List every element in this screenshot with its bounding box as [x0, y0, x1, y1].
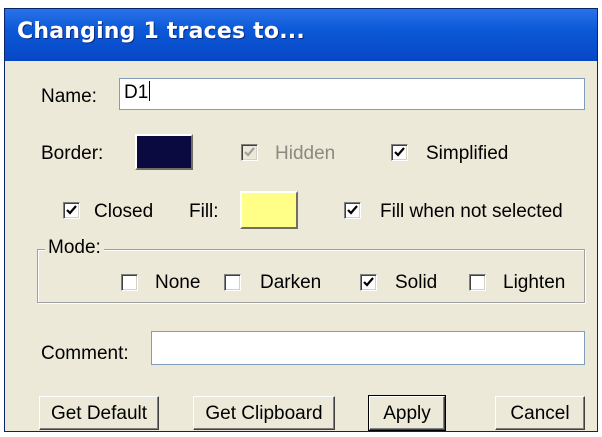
- name-label: Name:: [41, 86, 97, 107]
- mode-group-label: Mode:: [45, 237, 104, 259]
- get-default-button[interactable]: Get Default: [39, 396, 159, 430]
- comment-input[interactable]: [151, 331, 585, 365]
- closed-label: Closed: [94, 201, 154, 222]
- fill-when-not-selected-checkbox[interactable]: [344, 202, 361, 219]
- hidden-checkbox[interactable]: [241, 144, 258, 161]
- trace-properties-dialog: Changing 1 traces to... Name: D1 Border:…: [4, 8, 598, 432]
- border-color-swatch[interactable]: [135, 134, 193, 170]
- apply-button[interactable]: Apply: [368, 395, 446, 431]
- get-clipboard-button[interactable]: Get Clipboard: [193, 396, 335, 430]
- hidden-label: Hidden: [275, 143, 336, 164]
- border-label: Border:: [41, 143, 104, 164]
- simplified-checkbox[interactable]: [391, 144, 408, 161]
- closed-checkbox[interactable]: [63, 202, 80, 219]
- simplified-label: Simplified: [426, 143, 509, 164]
- mode-darken-label: Darken: [260, 272, 322, 293]
- mode-darken-checkbox[interactable]: [224, 274, 241, 291]
- name-input-value: D1: [124, 82, 149, 103]
- fill-color-swatch[interactable]: [240, 191, 298, 229]
- mode-none-checkbox[interactable]: [121, 274, 138, 291]
- fill-color-fill: [242, 193, 296, 227]
- checkmark-icon: [363, 277, 374, 287]
- checkmark-icon: [244, 147, 255, 157]
- mode-solid-label: Solid: [395, 272, 438, 293]
- checkmark-icon: [394, 147, 405, 157]
- checkmark-icon: [66, 205, 77, 215]
- name-input[interactable]: D1: [119, 78, 585, 110]
- fill-label: Fill:: [189, 201, 219, 222]
- dialog-title: Changing 1 traces to...: [17, 19, 305, 44]
- mode-lighten-checkbox[interactable]: [469, 274, 486, 291]
- text-caret: [149, 81, 151, 101]
- border-color-fill: [137, 136, 191, 168]
- comment-label: Comment:: [41, 343, 129, 364]
- mode-solid-checkbox[interactable]: [360, 274, 377, 291]
- fill-when-not-selected-label: Fill when not selected: [380, 201, 563, 222]
- title-bar[interactable]: Changing 1 traces to...: [5, 9, 597, 61]
- checkmark-icon: [347, 205, 358, 215]
- cancel-button[interactable]: Cancel: [495, 396, 585, 430]
- mode-lighten-label: Lighten: [503, 272, 566, 293]
- mode-none-label: None: [155, 272, 201, 293]
